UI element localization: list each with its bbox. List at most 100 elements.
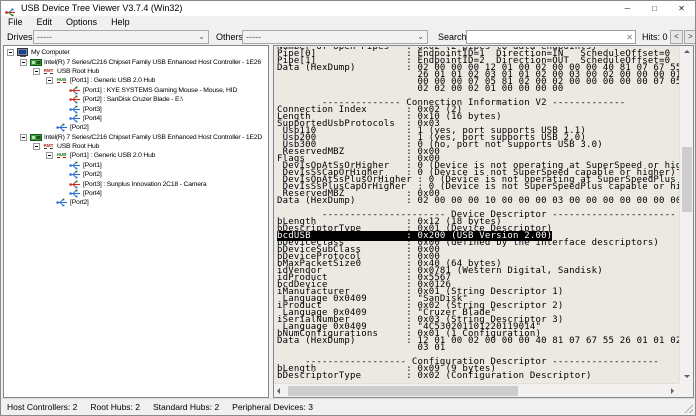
tree-node[interactable]: [Port4] — [4, 189, 268, 198]
tree-node[interactable]: [Port1] : KYE SYSTEMS Gaming Mouse - Mou… — [4, 86, 268, 95]
tree-node-label: My Computer — [31, 49, 70, 56]
collapse-toggle[interactable] — [7, 49, 14, 56]
tree-node-label: [Port2] : SanDisk Cruzer Blade - E:\ — [83, 96, 183, 103]
search-label: Search: — [438, 29, 469, 45]
usb-device-icon — [68, 180, 81, 189]
tree-node-label: Intel(R) 7 Series/C216 Chipset Family US… — [44, 134, 262, 141]
root-hub-icon: RMT — [42, 142, 55, 151]
tree-node[interactable]: My Computer — [4, 48, 268, 57]
usb-device-icon — [68, 86, 81, 95]
minimize-button[interactable]: ─ — [614, 1, 641, 16]
menu-options[interactable]: Options — [59, 16, 104, 29]
hub-icon: HUB — [55, 151, 68, 160]
drives-combobox[interactable]: ----- ⌄ — [33, 30, 209, 44]
clear-search-icon[interactable]: ✕ — [626, 32, 633, 44]
usb-port-empty-icon — [68, 161, 81, 170]
tree-node[interactable]: RMTUSB Root Hub — [4, 67, 268, 76]
status-item: Peripheral Devices: 3 — [232, 402, 313, 412]
computer-icon — [16, 48, 29, 57]
resize-grip[interactable] — [684, 404, 693, 413]
window-title: USB Device Tree Viewer V3.7.4 (Win32) — [21, 1, 182, 16]
tree-node[interactable]: [Port3] : Sunplus Innovation 2C18 - Came… — [4, 179, 268, 188]
tree-node-label: USB Root Hub — [57, 143, 99, 150]
tree-node[interactable]: [Port2] — [4, 170, 268, 179]
tree-node[interactable]: RMTUSB Root Hub — [4, 142, 268, 151]
menu-file[interactable]: File — [1, 16, 30, 29]
tree-node-label: Intel(R) 7 Series/C216 Chipset Family US… — [44, 59, 261, 66]
usb-port-empty-icon — [68, 170, 81, 179]
drives-label: Drives: — [7, 29, 35, 45]
usb-port-empty-icon — [55, 198, 68, 207]
host-controller-icon — [29, 133, 42, 142]
hub-icon: HUB — [55, 76, 68, 85]
tree-node[interactable]: [Port3] — [4, 104, 268, 113]
tree-node[interactable]: [Port2] — [4, 123, 268, 132]
tree-node[interactable]: Intel(R) 7 Series/C216 Chipset Family US… — [4, 57, 268, 66]
root-hub-icon: RMT — [42, 67, 55, 76]
usb-port-empty-icon — [68, 114, 81, 123]
descriptor-text[interactable]: Number Of Open Pipes : 0x02 (2 pipes to … — [275, 47, 679, 383]
tree-node[interactable]: [Port4] — [4, 114, 268, 123]
tree-node-label: [Port1] : Generic USB 2.0 Hub — [70, 77, 155, 84]
collapse-toggle[interactable] — [46, 77, 53, 84]
next-hit-button[interactable]: > — [684, 30, 696, 44]
toolbar: Drives: ----- ⌄ Others: ----- ⌄ Search: … — [1, 29, 695, 45]
status-item: Host Controllers: 2 — [7, 402, 77, 412]
descriptor-line: 02 02 00 02 01 00 00 00 00 ......... — [277, 86, 679, 93]
scrollbar-corner — [679, 383, 693, 397]
menu-bar: FileEditOptionsHelp — [1, 16, 695, 29]
status-item: Standard Hubs: 2 — [153, 402, 219, 412]
tree-node-label: [Port2] — [83, 171, 102, 178]
scroll-right-icon[interactable] — [666, 384, 679, 398]
tree-node[interactable]: Intel(R) 7 Series/C216 Chipset Family US… — [4, 133, 268, 142]
tree-node-label: [Port4] — [83, 115, 102, 122]
app-usb-icon — [5, 4, 16, 13]
status-bar: Host Controllers: 2 Root Hubs: 2 Standard … — [1, 398, 695, 415]
horizontal-scrollbar-thumb[interactable] — [288, 386, 518, 396]
vertical-scrollbar[interactable] — [679, 46, 693, 383]
tree-node-label: [Port3] — [83, 106, 102, 113]
title-bar: USB Device Tree Viewer V3.7.4 (Win32) ─ … — [1, 1, 695, 16]
collapse-toggle[interactable] — [33, 68, 40, 75]
scroll-down-icon[interactable] — [680, 370, 694, 383]
search-input[interactable] — [469, 31, 619, 43]
tree-node-label: [Port3] : Sunplus Innovation 2C18 - Came… — [83, 181, 206, 188]
tree-node[interactable]: [Port2] — [4, 198, 268, 207]
scroll-left-icon[interactable] — [274, 384, 287, 398]
collapse-toggle[interactable] — [33, 143, 40, 150]
others-combobox[interactable]: ----- ⌄ — [242, 30, 428, 44]
menu-help[interactable]: Help — [104, 16, 137, 29]
status-item: Root Hubs: 2 — [90, 402, 140, 412]
usb-device-icon — [68, 95, 81, 104]
tree-node-label: [Port4] — [83, 190, 102, 197]
close-button[interactable]: ✕ — [668, 1, 695, 16]
vertical-scrollbar-thumb[interactable] — [682, 147, 692, 212]
prev-hit-button[interactable]: < — [670, 30, 683, 44]
menu-edit[interactable]: Edit — [30, 16, 60, 29]
descriptor-line: bDescriptorType : 0x02 (Configuration De… — [277, 373, 679, 380]
scroll-up-icon[interactable] — [680, 46, 694, 59]
collapse-toggle[interactable] — [46, 152, 53, 159]
descriptor-line: Data (HexDump) : 02 00 00 00 10 00 00 00… — [277, 198, 679, 205]
tree-node-label: [Port2] — [70, 124, 89, 131]
tree-node[interactable]: HUB[Port1] : Generic USB 2.0 Hub — [4, 76, 268, 85]
maximize-button[interactable]: □ — [641, 1, 668, 16]
tree-node[interactable]: [Port1] — [4, 161, 268, 170]
tree-node[interactable]: [Port2] : SanDisk Cruzer Blade - E:\ — [4, 95, 268, 104]
details-panel: Number Of Open Pipes : 0x02 (2 pipes to … — [273, 45, 694, 398]
tree-node-label: [Port1] — [83, 162, 102, 169]
app-window: USB Device Tree Viewer V3.7.4 (Win32) ─ … — [0, 0, 696, 416]
usb-port-empty-icon — [68, 189, 81, 198]
tree-node-label: [Port1] : Generic USB 2.0 Hub — [70, 152, 155, 159]
collapse-toggle[interactable] — [20, 134, 27, 141]
horizontal-scrollbar[interactable] — [274, 383, 679, 397]
chevron-down-icon: ⌄ — [198, 31, 205, 43]
usb-port-empty-icon — [55, 123, 68, 132]
tree-node[interactable]: HUB[Port1] : Generic USB 2.0 Hub — [4, 151, 268, 160]
drives-value: ----- — [37, 32, 52, 42]
host-controller-icon — [29, 58, 42, 67]
device-tree-panel[interactable]: My Computer Intel(R) 7 Series/C216 Chipse… — [3, 45, 269, 398]
usb-port-empty-icon — [68, 105, 81, 114]
collapse-toggle[interactable] — [20, 59, 27, 66]
search-box: ✕ — [466, 30, 636, 44]
